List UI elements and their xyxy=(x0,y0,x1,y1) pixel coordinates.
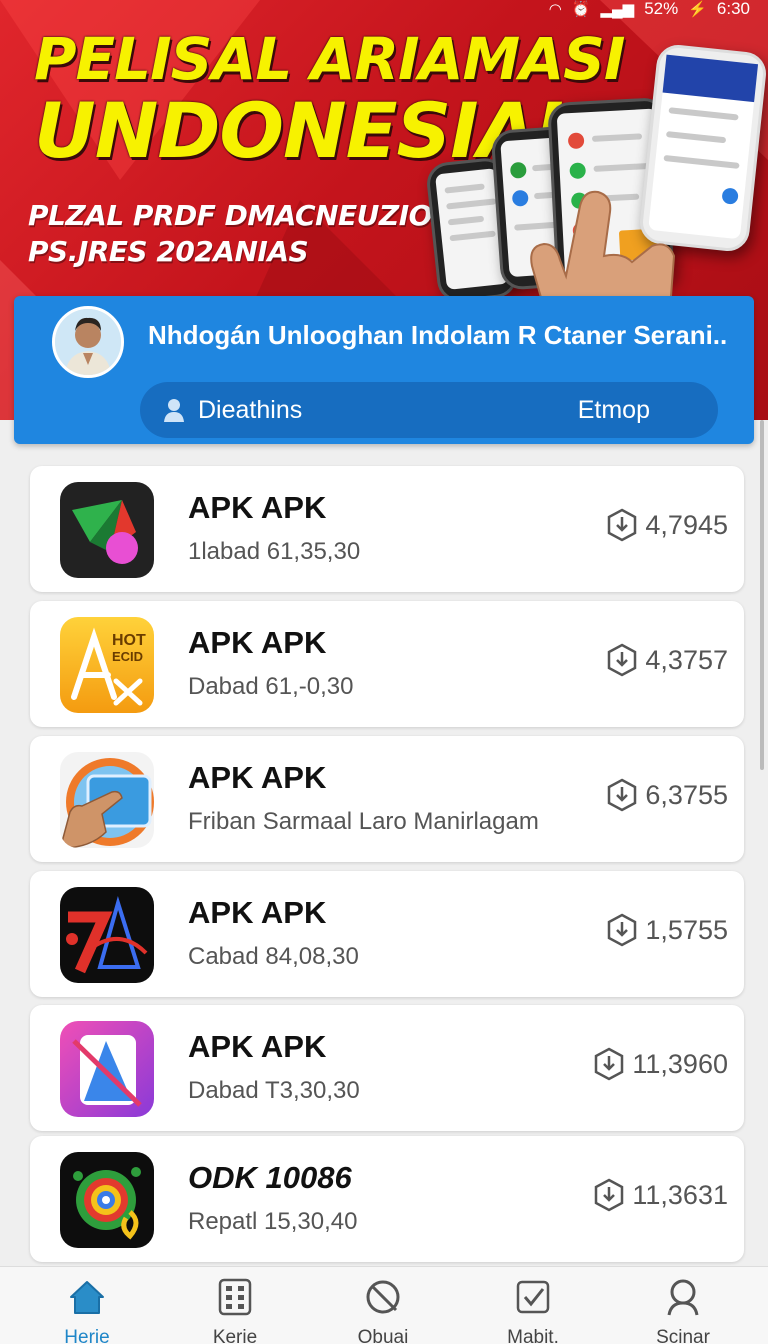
app-title: APK APK xyxy=(188,1029,327,1064)
app-title: APK APK xyxy=(188,625,327,660)
hexagon-download-icon xyxy=(608,913,637,947)
download-count: 11,3631 xyxy=(594,1178,728,1212)
profile-name: Nhdogán Unlooghan Indolam R Ctaner Seran… xyxy=(148,320,728,350)
hexagon-download-icon xyxy=(608,643,637,677)
nav-item-search[interactable]: Scinar xyxy=(623,1277,743,1344)
hexagon-download-icon xyxy=(608,508,637,542)
download-count: 1,5755 xyxy=(607,913,728,947)
avatar[interactable] xyxy=(52,306,124,378)
red-7a-icon xyxy=(60,887,154,983)
download-count: 6,3755 xyxy=(607,778,728,812)
colorful-gear-icon xyxy=(60,1152,154,1248)
search-bar[interactable]: Dieathins Etmop xyxy=(140,382,718,438)
person-icon xyxy=(164,399,184,422)
profile-card[interactable]: Nhdogán Unlooghan Indolam R Ctaner Seran… xyxy=(14,296,754,444)
download-count: 11,3960 xyxy=(594,1047,728,1081)
download-count-value: 1,5755 xyxy=(645,914,728,945)
hand-tablet-icon xyxy=(60,752,154,848)
status-bar: ◠ ⏰ ▂▄▆ 52% ⚡ 6:30 xyxy=(549,0,750,18)
download-count-value: 6,3755 xyxy=(645,779,728,810)
list-item[interactable]: HOT ECID APK APK Dabad 61,-0,30 4,3757 xyxy=(30,601,744,727)
wifi-icon: ◠ xyxy=(548,1,562,18)
bottom-navigation: Herie Kerie Obuai Mabit. Scinar xyxy=(0,1266,768,1344)
svg-text:ECID: ECID xyxy=(112,649,143,664)
app-subtitle: Repatl 15,30,40 xyxy=(188,1208,358,1235)
download-count-value: 4,3757 xyxy=(645,644,728,675)
hero-title-line1: PELISAL ARIAMASI xyxy=(34,25,625,93)
nav-item-home[interactable]: Herie xyxy=(27,1277,147,1344)
calculator-icon xyxy=(218,1278,252,1316)
app-subtitle: Dabad T3,30,30 xyxy=(188,1077,360,1104)
hero-subtitle-line1: PLZAL PRDF DMACNEUZION xyxy=(28,199,455,232)
app-title: APK APK xyxy=(188,490,327,525)
hero-subtitle-line2: PS.JRES 202ANIAS xyxy=(28,235,309,268)
search-action[interactable]: Etmop xyxy=(578,396,650,425)
download-count-value: 11,3631 xyxy=(632,1179,728,1210)
hexagon-download-icon xyxy=(595,1047,624,1081)
home-icon xyxy=(70,1281,104,1314)
nav-label: Herie xyxy=(64,1327,110,1344)
charging-icon: ⚡ xyxy=(688,1,707,18)
app-title: ODK 10086 xyxy=(188,1160,352,1195)
download-count: 4,3757 xyxy=(607,643,728,677)
hexagon-download-icon xyxy=(608,778,637,812)
scrollbar[interactable] xyxy=(760,420,764,770)
nav-label: Mabit. xyxy=(507,1327,559,1344)
download-count-value: 11,3960 xyxy=(632,1048,728,1079)
list-item[interactable]: APK APK 1labad 61,35,30 4,7945 xyxy=(30,466,744,592)
app-subtitle: 1labad 61,35,30 xyxy=(188,538,361,565)
nav-item-block[interactable]: Obuai xyxy=(323,1277,443,1344)
app-title: APK APK xyxy=(188,760,327,795)
app-subtitle: Cabad 84,08,30 xyxy=(188,943,359,970)
block-icon xyxy=(366,1280,400,1314)
nav-label: Kerie xyxy=(212,1327,258,1344)
list-item[interactable]: ODK 10086 Repatl 15,30,40 11,3631 xyxy=(30,1136,744,1262)
hexagon-download-icon xyxy=(595,1178,624,1212)
purple-tablet-icon xyxy=(60,1021,154,1117)
hot-ecid-icon: HOT ECID xyxy=(60,617,154,713)
battery-level: 52% xyxy=(644,0,679,18)
search-icon xyxy=(667,1279,699,1316)
list-item[interactable]: APK APK Dabad T3,30,30 11,3960 xyxy=(30,1005,744,1131)
green-paper-plane-icon xyxy=(60,482,154,578)
clock: 6:30 xyxy=(716,0,750,18)
search-label: Dieathins xyxy=(198,396,303,424)
list-item[interactable]: APK APK Cabad 84,08,30 1,5755 xyxy=(30,871,744,997)
checkbox-icon xyxy=(516,1280,550,1314)
app-subtitle: Friban Sarmaal Laro Manirlagam xyxy=(188,808,539,835)
download-count-value: 4,7945 xyxy=(645,509,728,540)
hero-subtitle: PLZAL PRDF DMACNEUZION PS.JRES 202ANIAS xyxy=(28,198,455,270)
nav-label: Obuai xyxy=(357,1327,409,1344)
download-count: 4,7945 xyxy=(607,508,728,542)
svg-text:HOT: HOT xyxy=(112,632,146,649)
nav-item-checkbox[interactable]: Mabit. xyxy=(473,1277,593,1344)
app-title: APK APK xyxy=(188,895,327,930)
list-item[interactable]: APK APK Friban Sarmaal Laro Manirlagam 6… xyxy=(30,736,744,862)
app-subtitle: Dabad 61,-0,30 xyxy=(188,673,354,700)
nav-item-calculator[interactable]: Kerie xyxy=(175,1277,295,1344)
alarm-icon: ⏰ xyxy=(571,1,591,18)
signal-icon: ▂▄▆ xyxy=(600,1,635,18)
nav-label: Scinar xyxy=(656,1327,710,1344)
